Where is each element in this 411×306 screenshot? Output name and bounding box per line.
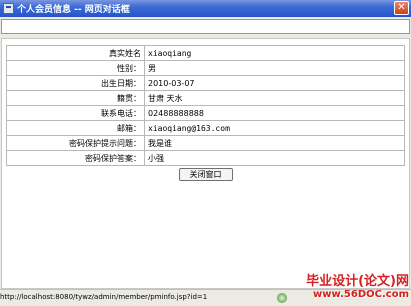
watermark-url: www.56DOC.com (313, 289, 409, 300)
address-input[interactable] (1, 19, 410, 34)
status-url: http://localhost:8080/tywz/admin/member/… (0, 293, 208, 301)
button-row: 关闭窗口 (7, 166, 405, 183)
page-content: 真实姓名 xiaoqiang 性别： 男 出生日期： 2010-03-07 籍贯… (1, 38, 410, 289)
window-title: 个人会员信息 -- 网页对话框 (17, 5, 130, 15)
close-window-button[interactable]: 关闭窗口 (178, 167, 233, 181)
field-value: 甘肃 天水 (144, 90, 405, 106)
field-label: 真实姓名 (6, 45, 145, 61)
member-info-table: 真实姓名 xiaoqiang 性别： 男 出生日期： 2010-03-07 籍贯… (6, 45, 405, 183)
button-cell: 关闭窗口 (7, 166, 405, 183)
field-value: 2010-03-07 (144, 75, 405, 91)
field-label: 密码保护答案： (6, 150, 145, 166)
table-row: 性别： 男 (6, 60, 405, 76)
field-label: 联系电话： (6, 105, 145, 121)
close-icon[interactable]: ✕ (394, 1, 409, 15)
table-row: 密码保护答案： 小强 (6, 150, 405, 166)
title-bar: 个人会员信息 -- 网页对话框 ✕ (0, 0, 411, 17)
field-label: 性别： (6, 60, 145, 76)
field-value: 小强 (144, 150, 405, 166)
dialog-body: 真实姓名 xiaoqiang 性别： 男 出生日期： 2010-03-07 籍贯… (0, 17, 411, 289)
field-value: 男 (144, 60, 405, 76)
table-row: 出生日期： 2010-03-07 (6, 75, 405, 91)
field-label: 邮箱： (6, 120, 145, 136)
table-row: 籍贯： 甘肃 天水 (6, 90, 405, 106)
field-label: 出生日期： (6, 75, 145, 91)
field-label: 密码保护提示问题： (6, 135, 145, 151)
watermark-title: 毕业设计(论文)网 (306, 274, 409, 289)
table-row: 密码保护提示问题： 我是谁 (6, 135, 405, 151)
dialog-app-icon (3, 3, 14, 14)
field-label: 籍贯： (6, 90, 145, 106)
field-value: xiaoqiang (144, 45, 405, 61)
watermark-logo: 毕业设计(论文)网 www.56DOC.com (279, 270, 409, 304)
table-row: 真实姓名 xiaoqiang (6, 45, 405, 61)
table-row: 联系电话： 02488888888 (6, 105, 405, 121)
field-value: 02488888888 (144, 105, 405, 121)
table-row: 邮箱： xiaoqiang@163.com (6, 120, 405, 136)
field-value: xiaoqiang@163.com (144, 120, 405, 136)
field-value: 我是谁 (144, 135, 405, 151)
